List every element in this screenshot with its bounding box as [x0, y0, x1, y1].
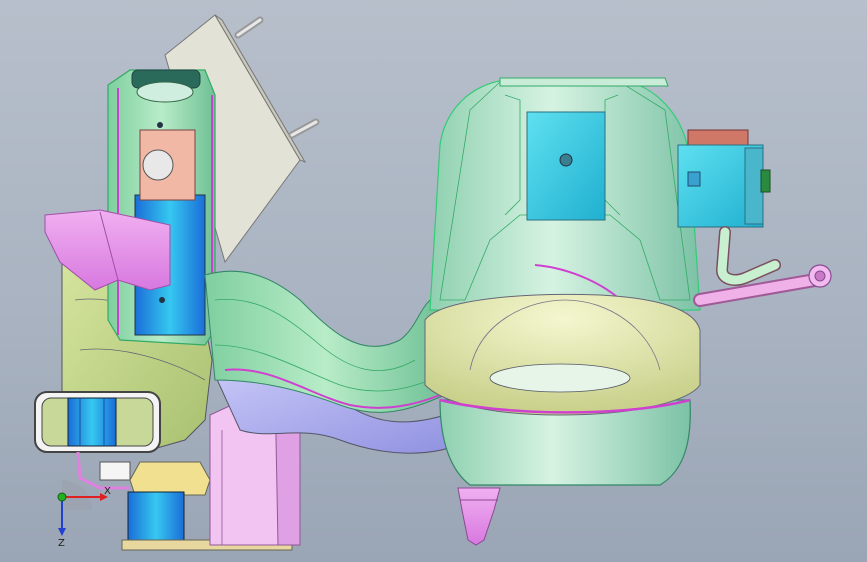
plate-stud: [234, 16, 264, 39]
triad-x-label: X: [104, 486, 111, 497]
left-blue-cylinder[interactable]: [67, 397, 117, 447]
plate-stud: [288, 118, 320, 139]
coordinate-triad: X Z: [57, 480, 111, 549]
cad-3d-viewport[interactable]: X Z: [0, 0, 867, 562]
bottom-nozzle[interactable]: [457, 487, 501, 546]
dome-cap[interactable]: [424, 293, 701, 416]
triad-z-label: Z: [58, 538, 65, 549]
triad-y-axis: [57, 492, 67, 502]
assembly-model[interactable]: X Z: [0, 0, 867, 562]
cyan-inner-plate[interactable]: [526, 111, 606, 221]
vertical-bracket[interactable]: [107, 69, 216, 346]
right-cyan-box[interactable]: [677, 129, 771, 228]
